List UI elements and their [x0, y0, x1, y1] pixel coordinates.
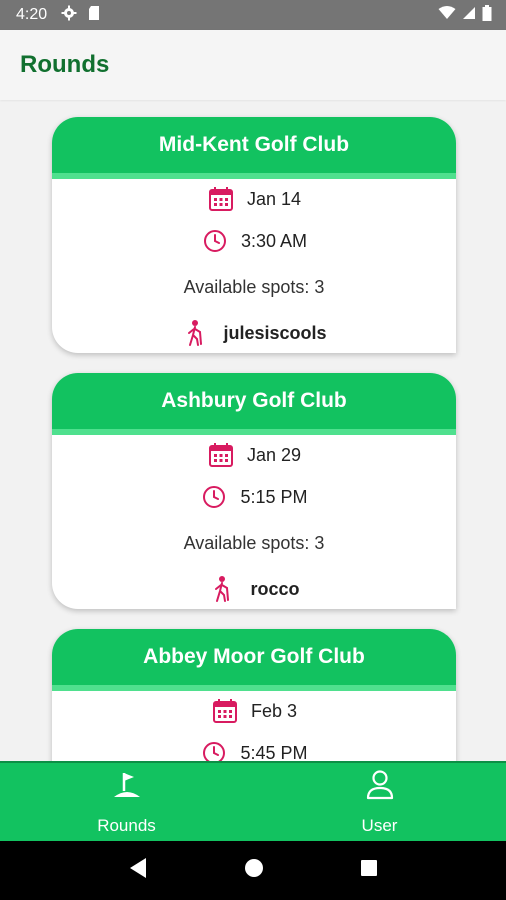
sd-card-icon	[87, 5, 101, 26]
round-date: Jan 29	[246, 444, 302, 465]
round-time: 3:30 AM	[240, 230, 308, 251]
round-date: Jan 14	[246, 188, 302, 209]
person-icon	[365, 769, 395, 806]
calendar-icon	[207, 441, 235, 469]
round-time-row: 3:30 AM	[52, 227, 456, 255]
page-title: Rounds	[20, 51, 110, 78]
clock-icon	[200, 739, 228, 761]
recents-icon[interactable]	[360, 859, 378, 882]
golfer-icon	[181, 319, 209, 347]
round-time: 5:45 PM	[240, 742, 308, 762]
golfer-icon	[208, 575, 236, 603]
round-date-row: Feb 3	[52, 697, 456, 725]
round-date-row: Jan 29	[52, 441, 456, 469]
round-card[interactable]: Mid-Kent Golf Club Jan 14 3:30 AM Availa…	[52, 117, 456, 353]
system-navigation-bar	[0, 841, 506, 900]
nav-label: Rounds	[97, 815, 156, 835]
round-time-row: 5:15 PM	[52, 483, 456, 511]
gear-icon	[61, 5, 77, 26]
rounds-list[interactable]: Mid-Kent Golf Club Jan 14 3:30 AM Availa…	[0, 100, 506, 761]
round-date: Feb 3	[250, 700, 298, 721]
calendar-icon	[207, 185, 235, 213]
club-name: Mid-Kent Golf Club	[158, 133, 350, 156]
card-header: Mid-Kent Golf Club	[52, 117, 456, 179]
status-bar: 4:20	[0, 0, 506, 30]
round-time-row: 5:45 PM	[52, 739, 456, 761]
host-username: julesiscools	[223, 322, 327, 343]
club-name: Abbey Moor Golf Club	[143, 645, 365, 668]
signal-icon	[462, 6, 476, 25]
clock-icon	[201, 227, 229, 255]
available-spots-text: Available spots: 3	[183, 533, 325, 553]
wifi-icon	[438, 5, 456, 25]
round-time: 5:15 PM	[240, 486, 308, 507]
app-bar: Rounds	[0, 30, 506, 100]
available-spots: Available spots: 3	[52, 277, 456, 298]
club-name: Ashbury Golf Club	[161, 389, 347, 412]
host-username: rocco	[250, 578, 300, 599]
status-time: 4:20	[16, 6, 48, 23]
home-icon[interactable]	[244, 858, 264, 883]
nav-rounds[interactable]: Rounds	[0, 763, 253, 841]
clock-icon	[200, 483, 228, 511]
card-header: Ashbury Golf Club	[52, 373, 456, 435]
round-host-row: rocco	[52, 575, 456, 603]
calendar-icon	[211, 697, 239, 725]
back-icon[interactable]	[128, 857, 148, 884]
round-card[interactable]: Abbey Moor Golf Club Feb 3 5:45 PM	[52, 629, 456, 761]
card-header: Abbey Moor Golf Club	[52, 629, 456, 691]
battery-icon	[482, 4, 492, 26]
round-host-row: julesiscools	[52, 319, 456, 347]
round-card[interactable]: Ashbury Golf Club Jan 29 5:15 PM Availab…	[52, 373, 456, 609]
round-date-row: Jan 14	[52, 185, 456, 213]
available-spots: Available spots: 3	[52, 533, 456, 554]
available-spots-text: Available spots: 3	[183, 277, 325, 297]
nav-label: User	[361, 815, 398, 835]
golf-flag-icon	[111, 769, 143, 806]
bottom-navigation: Rounds User	[0, 761, 506, 841]
nav-user[interactable]: User	[253, 763, 506, 841]
